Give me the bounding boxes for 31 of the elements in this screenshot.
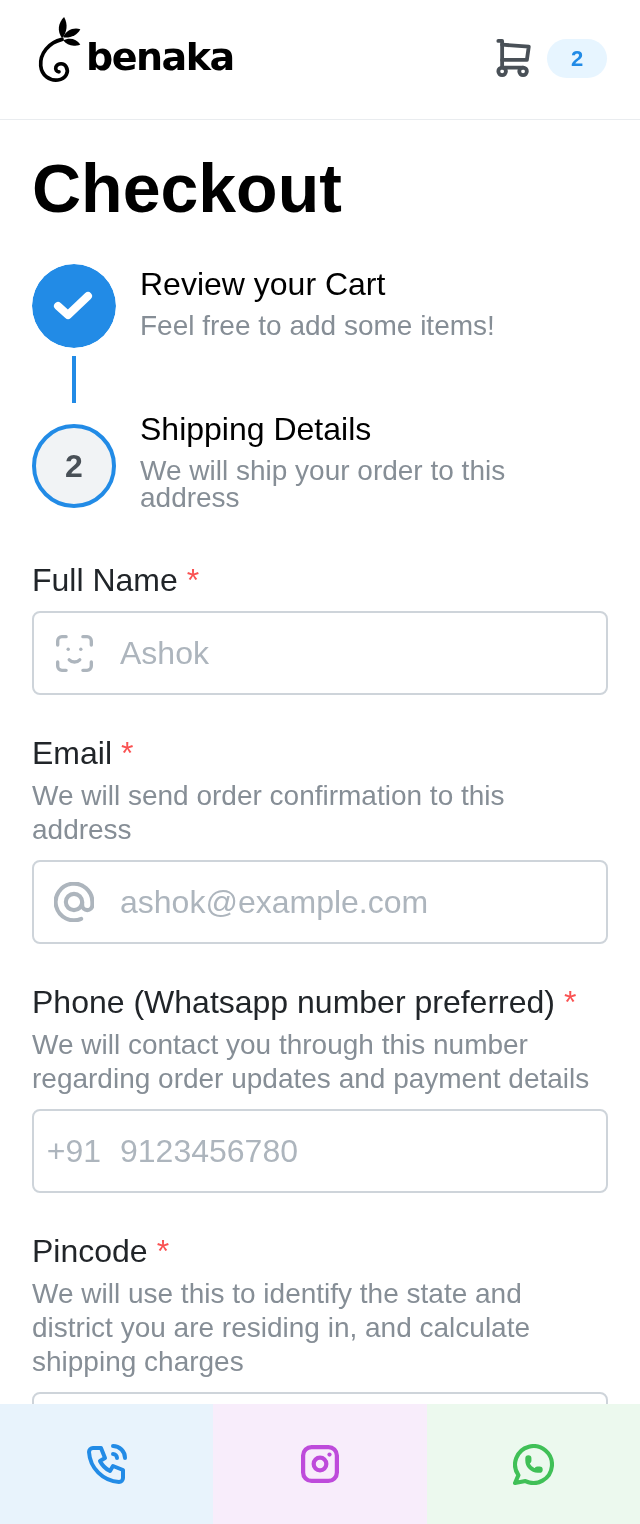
field-description: We will contact you through this number regarding order updates and payment details	[32, 1028, 591, 1096]
required-asterisk: *	[186, 561, 200, 600]
required-asterisk: *	[121, 734, 134, 773]
country-code: +91	[46, 1132, 102, 1172]
step-connector	[72, 356, 76, 403]
step-title: Shipping Details	[140, 410, 372, 449]
field-label: Full Name	[32, 561, 178, 600]
call-button[interactable]	[0, 1404, 214, 1524]
at-sign-icon	[54, 882, 94, 923]
required-asterisk: *	[563, 983, 577, 1023]
vine-swirl-icon	[36, 16, 82, 83]
instagram-button[interactable]	[213, 1404, 427, 1524]
step-title: Review your Cart	[140, 265, 386, 304]
required-asterisk: *	[156, 1232, 170, 1272]
field-label: Phone (Whatsapp number preferred)	[32, 983, 555, 1023]
cart-button[interactable]	[496, 39, 533, 78]
field-label: Pincode	[32, 1232, 148, 1272]
whatsapp-button[interactable]	[426, 1404, 640, 1524]
name-input[interactable]: Ashok	[32, 611, 608, 695]
email-input[interactable]: ashok@example.com	[32, 860, 608, 945]
face-scan-icon	[55, 634, 93, 672]
cart-count-badge: 2	[547, 39, 607, 78]
shopping-cart-icon	[496, 39, 533, 78]
step-description: We will ship your order to this address	[140, 457, 507, 511]
field-description: We will send order confirmation to this address	[32, 779, 506, 847]
field-description: We will use this to identify the state and district you are residing in, and calculate shipping charges	[32, 1277, 532, 1379]
logo-text: benaka	[86, 37, 234, 77]
step-number: 2	[32, 424, 116, 508]
step-description: Feel free to add some items!	[140, 312, 495, 339]
page-title: Checkout	[32, 149, 343, 228]
field-label: Email	[32, 734, 112, 773]
